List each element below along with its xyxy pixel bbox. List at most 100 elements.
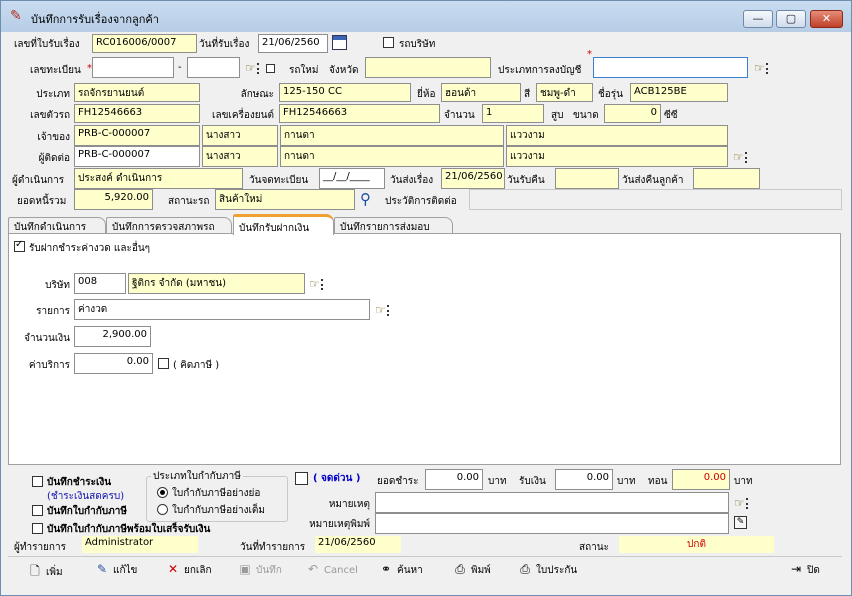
registration-date-label: วันจดทะเบียน bbox=[249, 175, 309, 186]
color-field[interactable]: ชมพู-ดำ bbox=[536, 83, 593, 102]
province-field[interactable] bbox=[365, 57, 491, 78]
registration-picker-icon[interactable] bbox=[245, 62, 261, 75]
model-field[interactable]: ACB125BE bbox=[630, 83, 728, 102]
company-code-field[interactable]: 008 bbox=[74, 273, 126, 294]
add-button-label: เพิ่ม bbox=[46, 567, 63, 578]
company-car-checkbox[interactable] bbox=[383, 37, 394, 48]
note-picker-icon[interactable] bbox=[734, 497, 750, 510]
add-button[interactable]: 🗋 เพิ่ม bbox=[28, 562, 63, 582]
contact-label: ผู้ติดต่อ bbox=[38, 153, 70, 164]
receipt-date-field[interactable]: 21/06/2560 bbox=[258, 34, 328, 53]
send-date-field[interactable]: 21/06/2560 bbox=[441, 168, 505, 189]
cancel-document-button[interactable]: ✕ ยกเลิก bbox=[166, 562, 212, 582]
tax-full-radio[interactable] bbox=[157, 504, 168, 515]
tax-short-radio[interactable] bbox=[157, 487, 168, 498]
change-label: ทอน bbox=[648, 476, 668, 487]
car-status-field[interactable]: สินค้าใหม่ bbox=[215, 189, 355, 210]
chassis-field[interactable]: FH12546663 bbox=[74, 104, 200, 123]
account-type-required-mark: * bbox=[587, 49, 592, 60]
save-tax-invoice-checkbox[interactable] bbox=[32, 505, 43, 516]
deposit-checkbox-label: รับฝากชำระค่างวด และอื่นๆ bbox=[29, 243, 151, 254]
tab-delivery[interactable]: บันทึกรายการส่งมอบ bbox=[334, 217, 453, 234]
size-field[interactable]: 0 bbox=[604, 104, 661, 123]
cancel-button[interactable]: ↶ Cancel bbox=[306, 562, 358, 582]
company-name-field[interactable]: ฐิติกร จำกัด (มหาชน) bbox=[128, 273, 305, 294]
binoculars-icon: ⚭ bbox=[380, 562, 392, 576]
car-status-label: สถานะรถ bbox=[168, 196, 210, 207]
contact-code-field[interactable]: PRB-C-000007 bbox=[74, 146, 200, 167]
print-note-field[interactable] bbox=[375, 513, 729, 534]
tab-operation[interactable]: บันทึกดำเนินการ bbox=[8, 217, 106, 234]
received-field[interactable]: 0.00 bbox=[555, 469, 613, 490]
note-field[interactable] bbox=[375, 492, 729, 513]
vehicle-type-field[interactable]: รถจักรยานยนต์ bbox=[74, 83, 200, 102]
contact-title-field[interactable]: นางสาว bbox=[202, 146, 278, 167]
item-field[interactable]: ค่างวด bbox=[74, 299, 370, 320]
title-bar: ✎ บันทึกการรับเรื่องจากลูกค้า — ▢ ✕ bbox=[1, 1, 851, 32]
search-button[interactable]: ⚭ ค้นหา bbox=[379, 562, 423, 582]
brand-field[interactable]: ฮอนด้า bbox=[441, 83, 521, 102]
vat-checkbox[interactable] bbox=[158, 358, 169, 369]
urgent-label: ( จดด่วน ) bbox=[313, 473, 361, 484]
baht-label-2: บาท bbox=[617, 476, 636, 487]
close-window-button[interactable]: ✕ bbox=[810, 10, 843, 28]
tab-inspection[interactable]: บันทึกการตรวจสภาพรถ bbox=[106, 217, 232, 234]
engine-field[interactable]: FH12546663 bbox=[279, 104, 440, 123]
fee-label: ค่าบริการ bbox=[28, 360, 70, 371]
owner-last-name-field[interactable]: แววงาม bbox=[506, 125, 728, 146]
change-field[interactable]: 0.00 bbox=[672, 469, 730, 490]
due-field[interactable]: 0.00 bbox=[425, 469, 483, 490]
minimize-button[interactable]: — bbox=[743, 10, 773, 28]
vehicle-desc-field[interactable]: 125-150 CC bbox=[279, 83, 411, 102]
save-tax-receipt-label: บันทึกใบกำกับภาษีพร้อมใบเสร็จรับเงิน bbox=[47, 524, 211, 535]
print-note-edit-icon[interactable]: ✎ bbox=[734, 516, 747, 529]
contact-last-name-field[interactable]: แววงาม bbox=[506, 146, 728, 167]
cylinder-label: สูบ bbox=[551, 110, 564, 121]
voucher-button[interactable]: ⎙ ใบประกัน bbox=[518, 562, 577, 582]
registration-prefix-field[interactable] bbox=[92, 57, 174, 78]
save-payment-checkbox[interactable] bbox=[32, 476, 43, 487]
return-date-field[interactable] bbox=[555, 168, 619, 189]
registration-number-field[interactable] bbox=[187, 57, 240, 78]
urgent-checkbox[interactable] bbox=[295, 472, 308, 485]
owner-title-field[interactable]: นางสาว bbox=[202, 125, 278, 146]
deposit-checkbox[interactable] bbox=[14, 239, 25, 252]
calendar-icon[interactable] bbox=[332, 35, 347, 50]
note-label: หมายเหตุ bbox=[328, 499, 370, 510]
transaction-date-label: วันที่ทำรายการ bbox=[240, 542, 306, 553]
new-car-checkbox[interactable] bbox=[266, 64, 275, 73]
save-button-label: บันทึก bbox=[256, 565, 282, 576]
contact-picker-icon[interactable] bbox=[733, 151, 749, 164]
print-button[interactable]: ⎙ พิมพ์ bbox=[453, 562, 491, 582]
receipt-no-field[interactable]: RC016006/0007 bbox=[92, 34, 197, 53]
window-title: บันทึกการรับเรื่องจากลูกค้า bbox=[31, 13, 159, 26]
contact-history-field[interactable] bbox=[469, 189, 842, 210]
search-history-icon[interactable]: ⚲ bbox=[360, 190, 371, 208]
balance-field[interactable]: 5,920.00 bbox=[74, 189, 153, 210]
item-label: รายการ bbox=[36, 306, 70, 317]
owner-first-name-field[interactable]: กานดา bbox=[280, 125, 504, 146]
exit-door-icon: ⇥ bbox=[790, 562, 802, 576]
edit-button[interactable]: ✎ แก้ไข bbox=[95, 562, 137, 582]
operator-field[interactable]: ประสงค์ ดำเนินการ bbox=[74, 168, 243, 189]
maximize-button[interactable]: ▢ bbox=[776, 10, 806, 28]
company-picker-icon[interactable] bbox=[309, 278, 325, 291]
tab-deposit[interactable]: บันทึกรับฝากเงิน bbox=[233, 214, 334, 235]
save-tax-invoice-label: บันทึกใบกำกับภาษี bbox=[47, 506, 127, 517]
amount-field[interactable]: 2,900.00 bbox=[74, 326, 151, 347]
contact-first-name-field[interactable]: กานดา bbox=[280, 146, 504, 167]
quantity-field[interactable]: 1 bbox=[482, 104, 544, 123]
fee-field[interactable]: 0.00 bbox=[74, 353, 153, 374]
close-button[interactable]: ⇥ ปิด bbox=[789, 562, 820, 582]
account-type-picker-icon[interactable] bbox=[754, 62, 770, 75]
cancel-document-label: ยกเลิก bbox=[184, 565, 212, 576]
account-type-field[interactable] bbox=[593, 57, 748, 78]
owner-code-field[interactable]: PRB-C-000007 bbox=[74, 125, 200, 146]
item-picker-icon[interactable] bbox=[375, 304, 391, 317]
save-tax-receipt-checkbox[interactable] bbox=[32, 523, 43, 534]
save-button[interactable]: ▣ บันทึก bbox=[238, 562, 282, 582]
vehicle-desc-label: ลักษณะ bbox=[240, 89, 274, 100]
account-type-label: ประเภทการลงบัญชี bbox=[498, 65, 582, 76]
registration-date-field[interactable]: __/__/____ bbox=[319, 168, 385, 189]
return-customer-date-field[interactable] bbox=[693, 168, 760, 189]
